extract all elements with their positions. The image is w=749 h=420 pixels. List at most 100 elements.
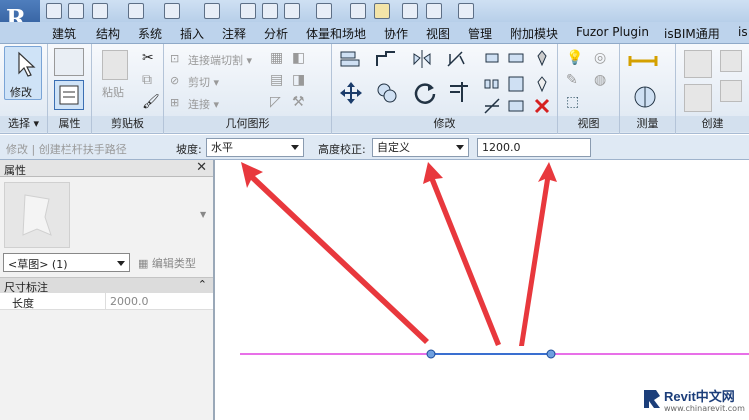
paint-icon[interactable]: ◧ bbox=[292, 50, 305, 66]
height-correction-select[interactable]: 自定义 bbox=[372, 138, 469, 157]
path-endpoint-handle[interactable] bbox=[426, 349, 436, 359]
paste-icon[interactable] bbox=[102, 50, 128, 80]
height-correction-label: 高度校正: bbox=[318, 143, 366, 156]
context-label: 修改 | 创建栏杆扶手路径 bbox=[6, 143, 127, 156]
tab-massing-site[interactable]: 体量和场地 bbox=[306, 25, 366, 42]
switch-windows-icon[interactable] bbox=[426, 3, 442, 19]
slope-select[interactable]: 水平 bbox=[206, 138, 304, 157]
thin-lines-icon[interactable] bbox=[374, 3, 390, 19]
save-icon[interactable] bbox=[68, 3, 84, 19]
modify-button[interactable]: 修改 bbox=[4, 46, 42, 100]
tab-view[interactable]: 视图 bbox=[426, 25, 450, 42]
tab-collaborate[interactable]: 协作 bbox=[384, 25, 408, 42]
close-hidden-icon[interactable] bbox=[402, 3, 418, 19]
type-preview-chevron-icon[interactable]: ▼ bbox=[200, 210, 206, 219]
filter-icon[interactable]: ⬚ bbox=[566, 94, 579, 110]
copy-icon[interactable]: ⧉ bbox=[142, 72, 152, 88]
dimensions-group-header[interactable]: 尺寸标注 ⌃ bbox=[0, 277, 213, 294]
dimension-icon[interactable] bbox=[240, 3, 256, 19]
override-icon[interactable]: ◍ bbox=[594, 72, 606, 88]
section-icon[interactable] bbox=[350, 3, 366, 19]
tab-isbim[interactable]: isBIM通用 bbox=[664, 25, 720, 42]
tab-insert[interactable]: 插入 bbox=[180, 25, 204, 42]
array-icon[interactable] bbox=[482, 74, 502, 94]
mirror-pick-axis-icon[interactable] bbox=[410, 48, 434, 70]
customize-qat-icon[interactable] bbox=[458, 3, 474, 19]
trim-extend-icon[interactable] bbox=[446, 80, 472, 106]
scale-icon[interactable] bbox=[506, 74, 526, 94]
ribbon-tabs: 建筑 结构 系统 插入 注释 分析 体量和场地 协作 视图 管理 附加模块 Fu… bbox=[0, 22, 749, 44]
create-parts-icon[interactable] bbox=[684, 84, 712, 112]
watermark-url: www.chinarevit.com bbox=[664, 404, 745, 413]
offset-icon[interactable] bbox=[374, 48, 398, 70]
create-group-icon[interactable] bbox=[720, 50, 742, 72]
create-panel-label: 创建 bbox=[676, 116, 749, 132]
split-element-icon[interactable] bbox=[482, 48, 502, 68]
move-icon[interactable] bbox=[338, 80, 364, 106]
close-icon[interactable]: ✕ bbox=[196, 160, 207, 175]
copy-element-icon[interactable] bbox=[374, 80, 400, 106]
tab-analyze[interactable]: 分析 bbox=[264, 25, 288, 42]
measure-distance-icon[interactable] bbox=[628, 54, 658, 68]
tab-manage[interactable]: 管理 bbox=[468, 25, 492, 42]
delete-icon[interactable] bbox=[532, 96, 552, 116]
hammer-icon[interactable]: ⚒ bbox=[292, 94, 305, 110]
create-assembly-icon[interactable] bbox=[684, 50, 712, 78]
properties-palette: 属性 ✕ ▼ <草图> (1) ▦ 编辑类型 尺寸标注 ⌃ 长度 2000.0 bbox=[0, 160, 215, 420]
type-selector[interactable]: <草图> (1) bbox=[3, 253, 130, 272]
split-face-icon[interactable]: ▦ bbox=[270, 50, 283, 66]
cursor-icon bbox=[18, 51, 36, 77]
trim-multiple-icon[interactable] bbox=[482, 96, 502, 116]
3d-view-icon[interactable] bbox=[316, 3, 332, 19]
select-panel: 修改 选择 ▾ bbox=[0, 44, 48, 134]
text-icon[interactable] bbox=[284, 3, 300, 19]
align-icon[interactable] bbox=[338, 48, 362, 70]
open-icon[interactable] bbox=[46, 3, 62, 19]
length-value[interactable]: 2000.0 bbox=[110, 295, 149, 308]
collapse-icon: ⌃ bbox=[197, 278, 207, 291]
height-value-input[interactable]: 1200.0 bbox=[477, 138, 591, 157]
pencil-icon[interactable]: ✎ bbox=[566, 72, 578, 88]
select-panel-label[interactable]: 选择 ▾ bbox=[0, 116, 47, 132]
pin-icon[interactable] bbox=[532, 48, 552, 68]
sync-icon[interactable] bbox=[92, 3, 108, 19]
tab-annotate[interactable]: 注释 bbox=[222, 25, 246, 42]
remove-paint-icon[interactable]: ◨ bbox=[292, 72, 305, 88]
match-properties-icon[interactable]: 🖌 bbox=[142, 94, 160, 110]
slope-label: 坡度: bbox=[176, 143, 202, 156]
path-endpoint-handle[interactable] bbox=[546, 349, 556, 359]
aligned-dimension-icon[interactable] bbox=[632, 84, 658, 110]
demolish-icon[interactable]: ◸ bbox=[270, 94, 281, 110]
unpin-icon[interactable] bbox=[532, 74, 552, 94]
split-gap-icon[interactable] bbox=[506, 48, 526, 68]
cut-geometry-button[interactable]: 剪切 ▾ bbox=[188, 74, 219, 90]
hide-icon[interactable]: ◎ bbox=[594, 50, 606, 66]
cope-button[interactable]: 连接端切割 ▾ bbox=[188, 52, 252, 68]
bulb-icon[interactable]: 💡 bbox=[566, 50, 583, 66]
tab-architecture[interactable]: 建筑 bbox=[52, 25, 76, 42]
quick-access-toolbar bbox=[0, 0, 749, 22]
red-arrow-1 bbox=[241, 162, 429, 344]
drawing-canvas[interactable] bbox=[217, 160, 749, 420]
redo-icon[interactable] bbox=[164, 3, 180, 19]
mirror-draw-axis-icon[interactable] bbox=[444, 48, 468, 70]
properties-icon[interactable] bbox=[54, 80, 84, 110]
wall-joins-icon[interactable]: ▤ bbox=[270, 72, 283, 88]
paste-button[interactable]: 粘贴 bbox=[102, 84, 124, 100]
tab-is-truncated[interactable]: is bbox=[738, 25, 748, 39]
rotate-icon[interactable] bbox=[412, 80, 438, 106]
undo-icon[interactable] bbox=[128, 3, 144, 19]
join-button[interactable]: 连接 ▾ bbox=[188, 96, 219, 112]
slope-value: 水平 bbox=[211, 141, 233, 154]
tab-structure[interactable]: 结构 bbox=[96, 25, 120, 42]
measure-icon[interactable] bbox=[204, 3, 220, 19]
type-properties-icon[interactable] bbox=[54, 48, 84, 76]
create-similar-icon[interactable] bbox=[720, 80, 742, 102]
tab-fuzor-plugin[interactable]: Fuzor Plugin bbox=[576, 25, 649, 39]
edit-type-button[interactable]: ▦ 编辑类型 bbox=[138, 255, 196, 271]
tag-icon[interactable] bbox=[262, 3, 278, 19]
tab-addins[interactable]: 附加模块 bbox=[510, 25, 558, 42]
offset-element-icon[interactable] bbox=[506, 96, 526, 116]
cut-icon[interactable]: ✂ bbox=[142, 50, 154, 66]
tab-systems[interactable]: 系统 bbox=[138, 25, 162, 42]
